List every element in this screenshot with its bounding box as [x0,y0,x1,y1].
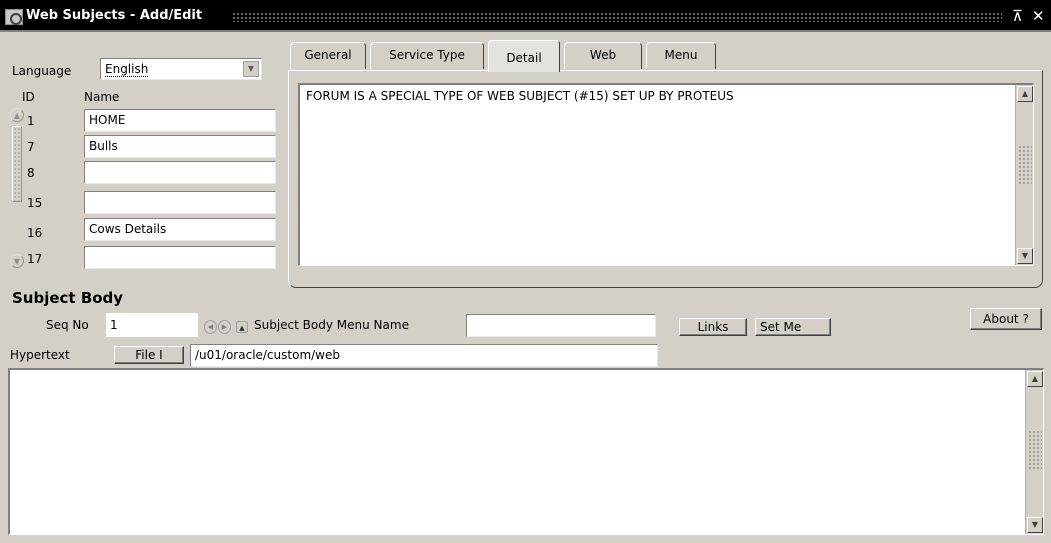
list-values-icon[interactable]: ▲ [236,321,248,333]
language-select[interactable]: English ▼ [100,58,262,80]
links-button[interactable]: Links [679,318,747,336]
tab-label: General [304,48,352,62]
pin-icon[interactable]: ⊼ [1012,8,1023,24]
list-scrollbar[interactable]: ▲ ▼ [10,108,24,270]
detail-scrollbar[interactable]: ▲ ▼ [1015,85,1033,265]
seq-no-label: Seq No [46,318,89,332]
detail-text: FORUM IS A SPECIAL TYPE OF WEB SUBJECT (… [306,89,734,103]
tab-label: Web [589,48,617,62]
file-button[interactable]: File I [114,346,184,364]
menu-name-label: Subject Body Menu Name [254,318,409,332]
hypertext-body-textarea[interactable]: ▲ ▼ [8,368,1044,535]
row-id: 17 [27,252,43,266]
about-label: About ? [983,312,1029,326]
scroll-up-icon[interactable]: ▲ [1027,371,1043,387]
detail-textarea[interactable]: FORUM IS A SPECIAL TYPE OF WEB SUBJECT (… [298,83,1034,266]
tab-label: Detail [506,51,542,65]
name-column-header: Name [84,90,120,104]
row-name-field[interactable] [84,246,276,269]
tab-detail[interactable]: Detail [488,40,560,72]
row-id: 16 [27,226,43,240]
tab-label: Service Type [389,48,465,62]
about-button[interactable]: About ? [970,308,1042,330]
scroll-thumb[interactable] [1018,145,1032,185]
row-id: 8 [27,166,35,180]
scroll-thumb[interactable] [1028,430,1042,470]
list-scroll-thumb[interactable] [12,126,22,202]
row-name-field[interactable]: Bulls [84,135,276,158]
row-name-field[interactable]: HOME [84,109,276,132]
tab-web[interactable]: Web [564,42,642,69]
language-label: Language [12,64,72,78]
app-icon [5,9,23,25]
row-id: 1 [27,114,35,128]
body-scrollbar[interactable]: ▲ ▼ [1025,370,1043,534]
path-field[interactable]: /u01/oracle/custom/web [190,344,658,367]
file-label: File I [135,348,163,362]
set-me-button[interactable]: Set Me [755,318,831,336]
tab-service-type[interactable]: Service Type [370,42,484,69]
title-bar: Web Subjects - Add/Edit ⊼ ✕ [0,0,1051,32]
scroll-down-icon[interactable]: ▼ [10,254,24,268]
hypertext-label: Hypertext [10,348,70,362]
next-record-icon[interactable]: ▶ [218,320,231,334]
tab-menu[interactable]: Menu [646,42,716,69]
scroll-up-icon[interactable]: ▲ [10,108,24,122]
window-title: Web Subjects - Add/Edit [26,8,203,23]
row-id: 15 [27,196,43,210]
row-name-field[interactable]: Cows Details [84,218,276,241]
chevron-down-icon[interactable]: ▼ [243,61,259,77]
seq-no-field[interactable]: 1 [106,313,198,337]
scroll-down-icon[interactable]: ▼ [1017,248,1033,264]
row-name-field[interactable] [84,161,276,184]
section-title: Subject Body [12,289,124,307]
scroll-up-icon[interactable]: ▲ [1017,86,1033,102]
title-bar-drag-area[interactable] [232,12,1002,22]
set-me-label: Set Me [760,320,802,334]
scroll-down-icon[interactable]: ▼ [1027,517,1043,533]
row-name-field[interactable] [84,191,276,214]
menu-name-field[interactable] [466,314,656,337]
tab-general[interactable]: General [290,42,366,69]
language-value: English [105,62,149,77]
tab-label: Menu [664,48,698,62]
id-column-header: ID [22,90,35,104]
previous-record-icon[interactable]: ◀ [204,320,217,334]
links-label: Links [697,320,729,334]
close-icon[interactable]: ✕ [1032,8,1045,24]
row-id: 7 [27,140,35,154]
